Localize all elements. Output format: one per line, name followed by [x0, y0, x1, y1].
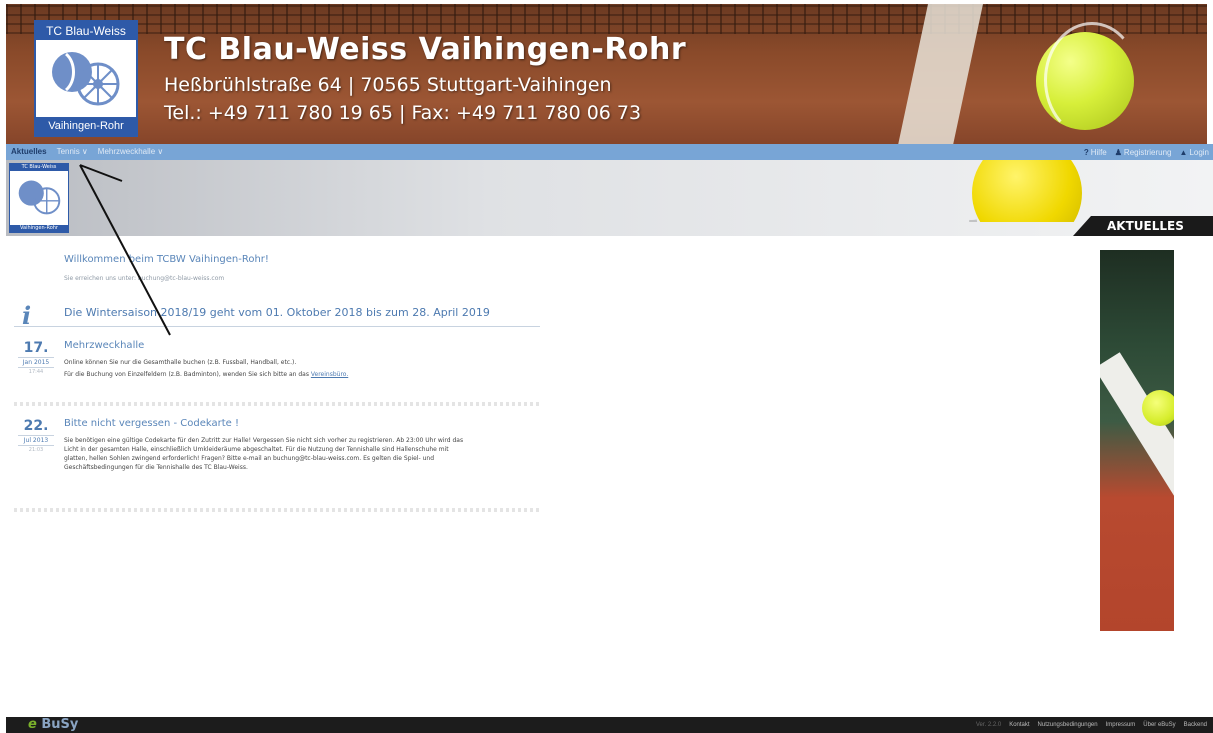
welcome-title: Willkommen beim TCBW Vaihingen-Rohr!: [64, 254, 269, 265]
club-contact: Tel.: +49 711 780 19 65 | Fax: +49 711 7…: [164, 102, 642, 124]
ebusy-logo-e: e: [28, 717, 37, 732]
footer-link-nutzungsbedingungen[interactable]: Nutzungsbedingungen: [1038, 722, 1098, 728]
logo-bottom-label: Vaihingen-Rohr: [36, 117, 136, 135]
footer-link-backend[interactable]: Backend: [1184, 722, 1207, 728]
club-emblem-small-icon: [18, 180, 61, 215]
login-label: Login: [1189, 147, 1209, 157]
main-content: Willkommen beim TCBW Vaihingen-Rohr! Sie…: [6, 236, 1213, 706]
section-tab-aktuelles: AKTUELLES: [1073, 216, 1213, 236]
tennis-net-decoration: [6, 4, 1207, 34]
help-label: Hilfe: [1090, 147, 1107, 157]
entry-paragraph: Sie benötigen eine gültige Codekarte für…: [64, 437, 464, 471]
nav-item-aktuelles[interactable]: Aktuelles: [6, 144, 52, 160]
club-title: TC Blau-Weiss Vaihingen-Rohr: [164, 32, 687, 67]
help-link[interactable]: ? Hilfe: [1084, 148, 1107, 157]
entry-text: Online können Sie nur die Gesamthalle bu…: [64, 358, 464, 382]
entry-separator: [14, 402, 540, 406]
logo-top-label: TC Blau-Weiss: [36, 22, 136, 40]
entry-month: Jul 2013: [18, 435, 54, 446]
club-logo[interactable]: TC Blau-Weiss Vaihingen-Rohr: [34, 20, 138, 137]
footer-links: Ver. 2.2.0 Kontakt Nutzungsbedingungen I…: [976, 717, 1207, 733]
season-notice: Die Wintersaison 2018/19 geht vom 01. Ok…: [64, 306, 490, 319]
entry-text: Sie benötigen eine gültige Codekarte für…: [64, 436, 464, 475]
section-logo-top: TC Blau-Weiss: [10, 164, 68, 171]
entry-separator: [14, 508, 540, 512]
register-link[interactable]: ♟ Registrierung: [1115, 148, 1172, 157]
entry-date: 17. Jan 2015 17:44: [14, 340, 58, 377]
news-entry: 17. Jan 2015 17:44 Mehrzweckhalle Online…: [14, 340, 540, 402]
tennis-court-image: [1100, 250, 1174, 631]
club-emblem-icon: [52, 52, 120, 106]
footer-link-kontakt[interactable]: Kontakt: [1009, 722, 1029, 728]
entry-time: 17:44: [28, 369, 44, 375]
main-nav: Aktuelles Tennis ∨ Mehrzweckhalle ∨ ? Hil…: [6, 144, 1213, 160]
version-label: Ver. 2.2.0: [975, 722, 1002, 728]
entry-paragraph-text: Für die Buchung von Einzelfeldern (z.B. …: [64, 371, 309, 378]
footer: e BuSy Ver. 2.2.0 Kontakt Nutzungsbeding…: [6, 717, 1213, 733]
club-address: Heßbrühlstraße 64 | 70565 Stuttgart-Vaih…: [164, 74, 612, 96]
register-label: Registrierung: [1123, 147, 1172, 157]
nav-item-mehrzweckhalle[interactable]: Mehrzweckhalle ∨: [93, 144, 168, 160]
user-plus-icon: ♟: [1114, 147, 1122, 157]
footer-link-impressum[interactable]: Impressum: [1106, 722, 1136, 728]
lock-icon: ▲: [1179, 147, 1188, 157]
ebusy-logo[interactable]: e BuSy: [28, 717, 78, 733]
tennis-ball-decoration-icon: [966, 160, 1106, 222]
page: TC Blau-Weiss Vaihingen-Rohr TC Blau-Wei…: [0, 0, 1213, 733]
entry-title: Mehrzweckhalle: [64, 340, 145, 351]
entry-date: 22. Jul 2013 21:03: [14, 418, 58, 455]
vereinsbuero-link[interactable]: Vereinsbüro.: [311, 371, 348, 378]
ebusy-logo-text: BuSy: [41, 717, 79, 732]
entry-paragraph: Online können Sie nur die Gesamthalle bu…: [64, 359, 297, 366]
entry-day: 17.: [23, 340, 49, 356]
divider: [14, 326, 540, 327]
header-banner: TC Blau-Weiss Vaihingen-Rohr TC Blau-Wei…: [6, 4, 1207, 144]
section-header: TC Blau-Weiss Vaihingen-Rohr AKTUELLES: [6, 160, 1213, 236]
section-logo: TC Blau-Weiss Vaihingen-Rohr: [9, 163, 69, 233]
entry-paragraph: Für die Buchung von Einzelfeldern (z.B. …: [64, 370, 464, 379]
entry-title: Bitte nicht vergessen - Codekarte !: [64, 418, 239, 429]
tennis-ball-icon: [1036, 22, 1140, 138]
question-icon: ?: [1083, 147, 1089, 157]
footer-link-ueber-ebusy[interactable]: Über eBuSy: [1143, 722, 1175, 728]
nav-item-tennis[interactable]: Tennis ∨: [52, 144, 93, 160]
section-logo-bottom: Vaihingen-Rohr: [10, 225, 68, 232]
news-entry: 22. Jul 2013 21:03 Bitte nicht vergessen…: [14, 418, 540, 506]
welcome-subtitle: Sie erreichen uns unter: buchung@tc-blau…: [64, 275, 225, 282]
entry-month: Jan 2015: [18, 357, 54, 368]
entry-day: 22.: [23, 418, 49, 434]
entry-time: 21:03: [28, 447, 44, 453]
login-link[interactable]: ▲ Login: [1180, 148, 1210, 157]
